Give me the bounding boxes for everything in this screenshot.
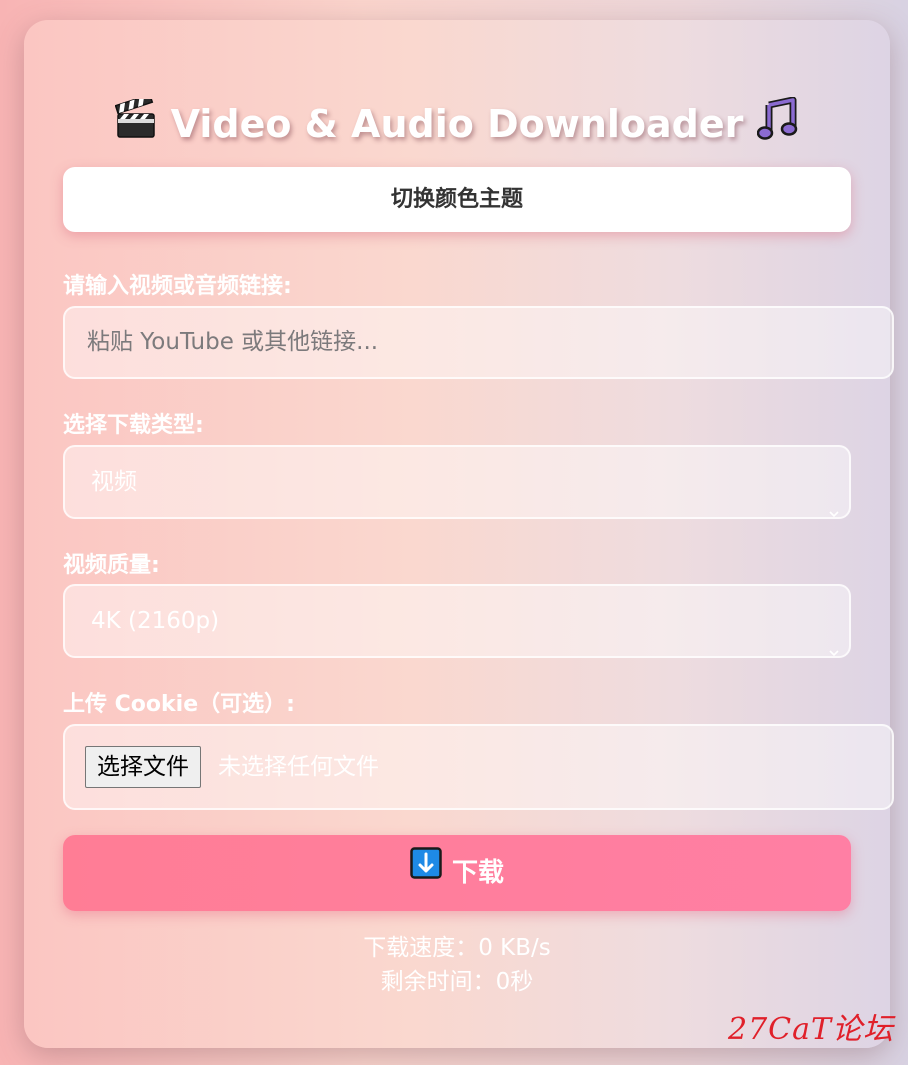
download-button-label: 下载 xyxy=(451,858,504,888)
download-type-label: 选择下载类型: xyxy=(63,413,204,438)
page-title: Video & Audio Downloader xyxy=(24,93,890,150)
downloader-card: Video & Audio Downloader 切换颜色主题 请输入视频或音频… xyxy=(24,20,894,1048)
url-input[interactable]: 粘贴 YouTube 或其他链接... xyxy=(63,306,894,379)
title-text: Video & Audio Downloader xyxy=(170,102,744,146)
chevron-down-icon xyxy=(829,477,839,518)
file-status-text: 未选择任何文件 xyxy=(218,754,379,780)
url-label: 请输入视频或音频链接: xyxy=(63,274,292,299)
download-type-select[interactable]: 视频 xyxy=(63,445,851,519)
chevron-down-icon xyxy=(829,616,839,657)
download-button[interactable]: 下载 xyxy=(63,835,851,911)
forum-watermark: 27CaT论坛 xyxy=(728,1012,895,1047)
cookie-label: 上传 Cookie（可选）: xyxy=(63,692,295,717)
choose-file-button[interactable]: 选择文件 xyxy=(85,746,201,788)
cookie-file-input[interactable]: 选择文件 未选择任何文件 xyxy=(63,724,894,810)
toggle-theme-button[interactable]: 切换颜色主题 xyxy=(63,167,851,232)
clapper-board-icon xyxy=(114,93,157,148)
video-quality-label: 视频质量: xyxy=(63,553,160,578)
url-input-placeholder: 粘贴 YouTube 或其他链接... xyxy=(87,329,379,355)
video-quality-value: 4K (2160p) xyxy=(91,608,220,634)
download-type-value: 视频 xyxy=(91,469,137,495)
video-quality-select[interactable]: 4K (2160p) xyxy=(63,584,851,658)
down-arrow-icon xyxy=(410,833,442,909)
remaining-time-text: 剩余时间：0秒 xyxy=(380,969,534,995)
download-speed-text: 下载速度：0 KB/s xyxy=(363,935,551,961)
music-note-icon xyxy=(757,96,799,150)
